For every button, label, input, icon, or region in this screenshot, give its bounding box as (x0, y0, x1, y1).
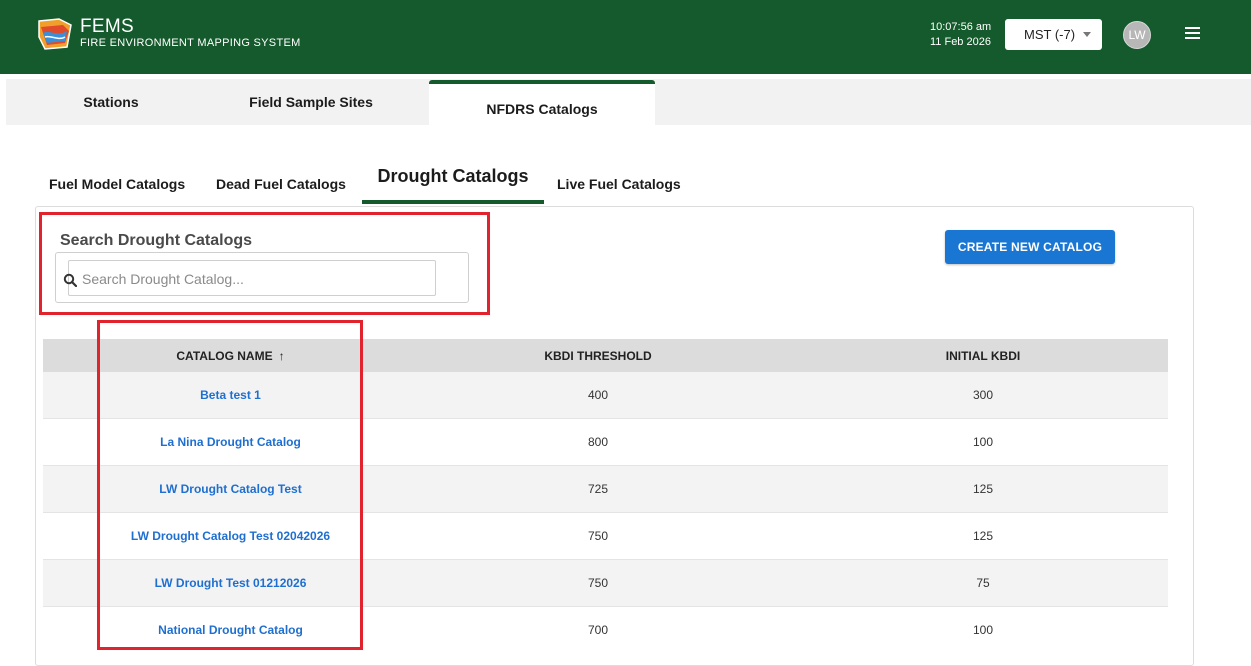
clock: 10:07:56 am 11 Feb 2026 (930, 20, 991, 50)
caret-down-icon (1083, 32, 1091, 37)
subtab-fuel-model-catalogs[interactable]: Fuel Model Catalogs (49, 162, 185, 204)
kbdi-threshold-cell: 750 (587, 529, 609, 543)
subtab-dead-fuel-catalogs[interactable]: Dead Fuel Catalogs (216, 162, 346, 204)
initial-kbdi-cell: 125 (972, 482, 994, 496)
app-title: FEMS (80, 16, 134, 37)
kbdi-threshold-cell: 400 (587, 388, 609, 402)
tab-stations[interactable]: Stations (46, 79, 176, 125)
initial-kbdi-cell: 75 (976, 576, 990, 590)
initial-kbdi-cell: 100 (972, 435, 994, 449)
initial-kbdi-cell: 100 (972, 623, 994, 637)
app-subtitle: FIRE ENVIRONMENT MAPPING SYSTEM (80, 37, 301, 49)
column-header-kbdi-threshold[interactable]: KBDI THRESHOLD (513, 339, 683, 372)
initial-kbdi-cell: 300 (972, 388, 994, 402)
catalog-name-column-highlight-annotation (97, 320, 363, 650)
tab-nfdrs-catalogs[interactable]: NFDRS Catalogs (429, 80, 655, 127)
tab-field-sample-sites[interactable]: Field Sample Sites (216, 79, 406, 125)
column-header-initial-kbdi[interactable]: INITIAL KBDI (898, 339, 1068, 372)
kbdi-threshold-cell: 750 (587, 576, 609, 590)
kbdi-threshold-cell: 800 (587, 435, 609, 449)
kbdi-threshold-cell: 725 (587, 482, 609, 496)
initial-kbdi-cell: 125 (972, 529, 994, 543)
subtab-live-fuel-catalogs[interactable]: Live Fuel Catalogs (557, 162, 681, 204)
timezone-value: MST (-7) (1024, 27, 1076, 42)
kbdi-threshold-cell: 700 (587, 623, 609, 637)
app-header: FEMS FIRE ENVIRONMENT MAPPING SYSTEM 10:… (0, 0, 1251, 74)
top-tab-bar: Stations Field Sample Sites NFDRS Catalo… (6, 79, 1251, 127)
fems-logo-icon (38, 18, 72, 50)
timezone-select[interactable]: MST (-7) (1005, 19, 1102, 50)
search-highlight-annotation (39, 212, 490, 315)
create-new-catalog-button[interactable]: CREATE NEW CATALOG (945, 230, 1115, 264)
clock-date: 11 Feb 2026 (930, 36, 991, 48)
hamburger-menu-icon[interactable] (1185, 27, 1200, 39)
user-avatar[interactable]: LW (1123, 21, 1151, 49)
subtab-drought-catalogs[interactable]: Drought Catalogs (362, 162, 544, 204)
clock-time: 10:07:56 am (930, 21, 992, 33)
